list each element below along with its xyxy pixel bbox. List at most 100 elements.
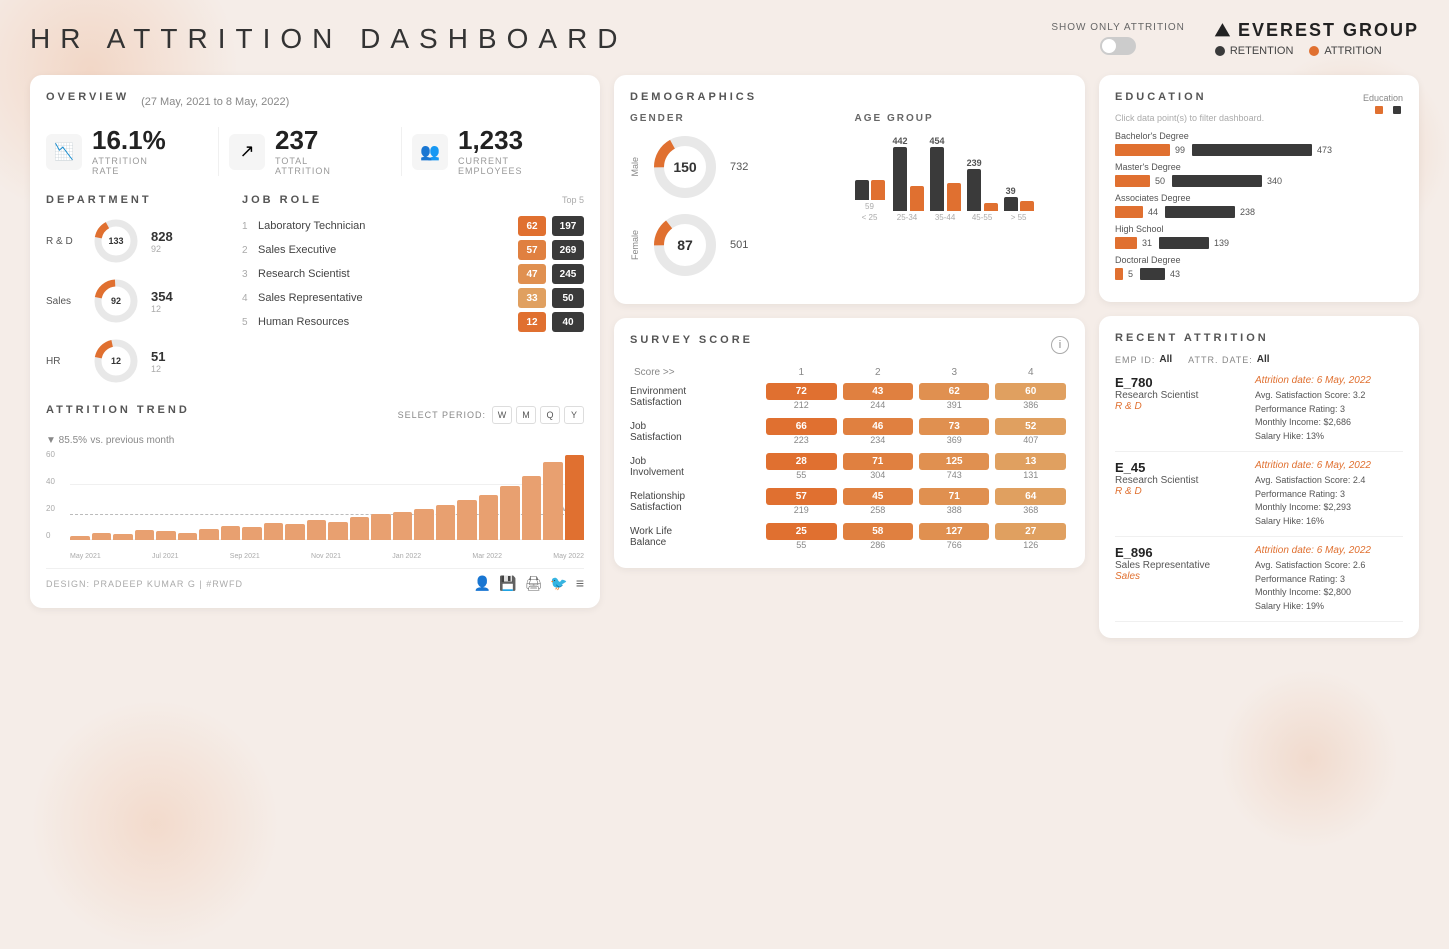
bar-11 xyxy=(307,520,327,540)
survey-relsat-1[interactable]: 57219 xyxy=(763,486,839,517)
survey-jobsat-4[interactable]: 52407 xyxy=(992,416,1069,447)
demographics-card: DEMOGRAPHICS GENDER Male xyxy=(614,75,1085,304)
gender-male-label: Male xyxy=(630,157,640,177)
edu-orange-dot xyxy=(1375,106,1383,114)
age-45-55-dark xyxy=(967,169,981,211)
survey-jobinv-4[interactable]: 13131 xyxy=(992,451,1069,482)
demo-title: DEMOGRAPHICS xyxy=(630,91,1069,103)
edu-masters-label: Master's Degree xyxy=(1115,162,1403,172)
attrition-toggle[interactable] xyxy=(1100,37,1136,55)
footer-icon-menu[interactable]: ≡ xyxy=(576,575,584,592)
emp-role-e780: Research Scientist xyxy=(1115,390,1245,401)
edu-highschool-bars: 31 139 xyxy=(1115,237,1403,249)
survey-jobinv-1[interactable]: 2855 xyxy=(763,451,839,482)
gender-female-attrition: 87 xyxy=(677,237,693,253)
survey-relsat-2[interactable]: 45258 xyxy=(840,486,916,517)
edu-header: EDUCATION Click data point(s) to filter … xyxy=(1115,91,1403,123)
donut-row: R & D 133 828 9 xyxy=(46,216,226,386)
emp-role-e896: Sales Representative xyxy=(1115,560,1245,571)
y-axis: 60 40 20 0 xyxy=(46,450,55,540)
survey-env-4[interactable]: 60386 xyxy=(992,381,1069,412)
edu-doctoral-bars: 5 43 xyxy=(1115,268,1403,280)
logo-icon: ⛰ xyxy=(1215,20,1232,41)
show-attrition-control: SHOW ONLY ATTRITION xyxy=(1051,22,1184,55)
recent-attrition-card: RECENT ATTRITION EMP ID: All ATTR. DATE:… xyxy=(1099,316,1419,638)
col-header-2: 2 xyxy=(840,364,916,381)
age-title: AGE GROUP xyxy=(855,113,1070,124)
survey-wlb-3[interactable]: 127766 xyxy=(916,521,992,552)
age-gt55-orange xyxy=(1020,201,1034,211)
dept-rd-donut: 133 xyxy=(91,216,141,266)
jobrole-list: 1 Laboratory Technician 62 197 2 Sales E… xyxy=(242,216,584,332)
attr-date-value[interactable]: All xyxy=(1257,354,1270,365)
survey-info-button[interactable]: i xyxy=(1051,336,1069,354)
edu-title: EDUCATION xyxy=(1115,91,1264,103)
bar-9 xyxy=(264,523,284,540)
jobrole-item-3: 3 Research Scientist 47 245 xyxy=(242,264,584,284)
period-m[interactable]: M xyxy=(516,406,536,424)
recent-item-e45: E_45 Research Scientist R & D Attrition … xyxy=(1115,460,1403,537)
recent-item-e896: E_896 Sales Representative Sales Attriti… xyxy=(1115,545,1403,622)
logo-area: ⛰ EVEREST GROUP RETENTION ATTRITION xyxy=(1215,20,1419,57)
survey-wlb-4[interactable]: 27126 xyxy=(992,521,1069,552)
bar-1 xyxy=(92,533,112,540)
period-y[interactable]: Y xyxy=(564,406,584,424)
emp-id-value[interactable]: All xyxy=(1159,354,1172,365)
jobrole-name-5: Human Resources xyxy=(258,316,512,328)
dept-sales-center: 92 xyxy=(111,296,121,306)
survey-jobsat-2[interactable]: 46234 xyxy=(840,416,916,447)
bar-19 xyxy=(479,495,499,540)
kpi-icon-rate: 📉 xyxy=(46,134,82,170)
attr-date-label: ATTR. DATE: xyxy=(1188,355,1253,365)
edu-masters-bars: 50 340 xyxy=(1115,175,1403,187)
footer-icon-user[interactable]: 👤 xyxy=(474,575,491,592)
bar-17 xyxy=(436,505,456,540)
bar-0 xyxy=(70,536,90,540)
kpi-icon-total: ↗ xyxy=(229,134,265,170)
trend-header: ATTRITION TREND SELECT PERIOD: W M Q Y xyxy=(46,404,584,426)
survey-wlb-1[interactable]: 2555 xyxy=(763,521,839,552)
age-35-44: 454 35-44 xyxy=(930,136,961,222)
survey-jobsat-3[interactable]: 73369 xyxy=(916,416,992,447)
attr-date-e45: Attrition date: 6 May, 2022 xyxy=(1255,460,1403,471)
period-buttons: W M Q Y xyxy=(492,406,584,424)
bars-container: Avg. 18 xyxy=(70,450,584,540)
survey-jobinv-2[interactable]: 71304 xyxy=(840,451,916,482)
jobrole-count-1: 197 xyxy=(552,216,584,236)
col-header-4: 4 xyxy=(992,364,1069,381)
retention-dot xyxy=(1215,46,1225,56)
jobrole-item-2: 2 Sales Executive 57 269 xyxy=(242,240,584,260)
bar-chart: 60 40 20 0 Avg. 18 xyxy=(46,450,584,560)
dept-rd-numbers: 828 92 xyxy=(151,229,173,254)
age-25-34: 442 25-34 xyxy=(891,136,924,222)
kpi-total-label: TOTALATTRITION xyxy=(275,156,331,176)
survey-wlb-2[interactable]: 58286 xyxy=(840,521,916,552)
footer-icon-print[interactable]: 🖨 xyxy=(525,575,543,592)
jobrole-count-5: 40 xyxy=(552,312,584,332)
attrition-label: ATTRITION xyxy=(1324,45,1381,57)
dept-sales-numbers: 354 12 xyxy=(151,289,173,314)
survey-row-wlb: Work LifeBalance 2555 58286 127766 27126 xyxy=(630,521,1069,552)
survey-jobsat-1[interactable]: 66223 xyxy=(763,416,839,447)
survey-jobinv-3[interactable]: 125743 xyxy=(916,451,992,482)
survey-relsat-3[interactable]: 71388 xyxy=(916,486,992,517)
edu-legend xyxy=(1375,106,1403,116)
dept-hr-donut: 12 xyxy=(91,336,141,386)
emp-id-e780: E_780 xyxy=(1115,375,1245,390)
footer-icon-twitter[interactable]: 🐦 xyxy=(550,575,567,592)
dept-hr: HR 12 51 12 xyxy=(46,336,226,386)
survey-env-3[interactable]: 62391 xyxy=(916,381,992,412)
survey-table: Score >> 1 2 3 4 EnvironmentSatisfaction… xyxy=(630,364,1069,552)
period-q[interactable]: Q xyxy=(540,406,560,424)
period-w[interactable]: W xyxy=(492,406,512,424)
footer-icon-save[interactable]: 💾 xyxy=(499,575,516,592)
gender-female-donut: 87 xyxy=(650,210,720,280)
survey-env-1[interactable]: 72212 xyxy=(763,381,839,412)
dept-rd-label: R & D xyxy=(46,236,81,247)
survey-relsat-4[interactable]: 64368 xyxy=(992,486,1069,517)
edu-highschool-orange xyxy=(1115,237,1137,249)
survey-env-2[interactable]: 43244 xyxy=(840,381,916,412)
jobrole-name-1: Laboratory Technician xyxy=(258,220,512,232)
dept-sales-donut: 92 xyxy=(91,276,141,326)
survey-row-rel-sat: RelationshipSatisfaction 57219 45258 713… xyxy=(630,486,1069,517)
